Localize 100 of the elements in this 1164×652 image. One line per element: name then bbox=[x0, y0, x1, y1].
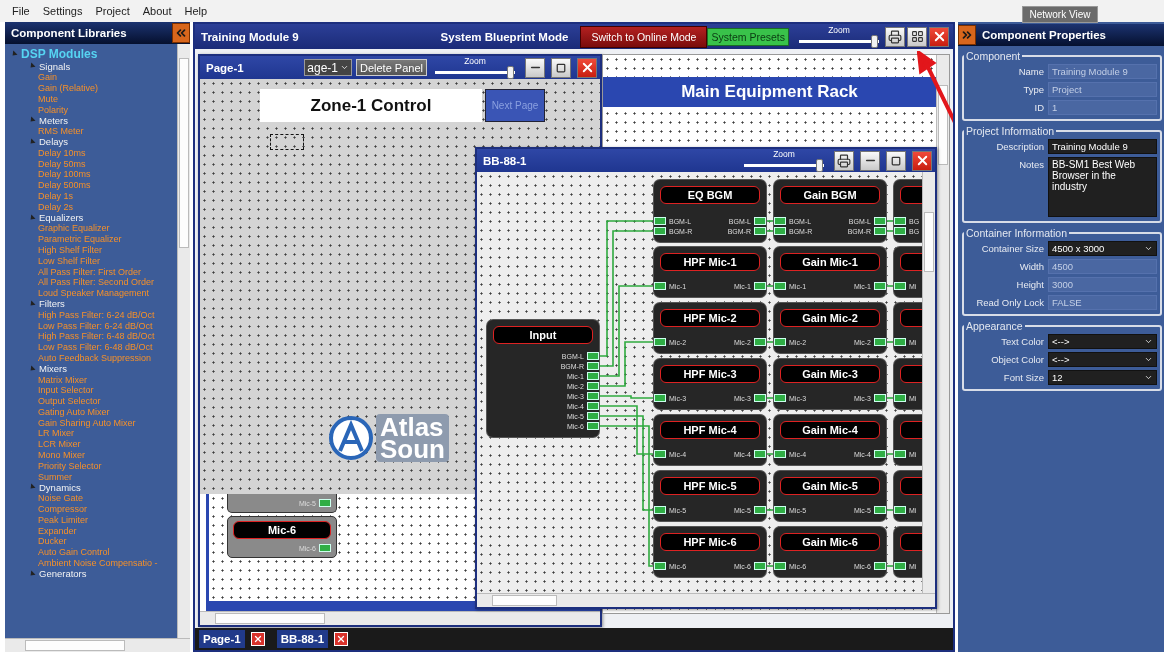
network-view-button[interactable]: Network View bbox=[1022, 6, 1098, 23]
expand-arrow-icon[interactable] bbox=[28, 365, 36, 373]
horizontal-scrollbar[interactable] bbox=[5, 638, 190, 652]
input-port[interactable] bbox=[894, 450, 906, 458]
input-port[interactable] bbox=[894, 227, 906, 235]
expand-button[interactable] bbox=[958, 25, 976, 45]
tree-item[interactable]: High Shelf Filter bbox=[38, 244, 103, 255]
tree-item[interactable]: Gain Sharing Auto Mixer bbox=[38, 417, 136, 428]
tree-item[interactable]: Delay 2s bbox=[38, 201, 73, 212]
tree-item[interactable]: Auto Gain Control bbox=[38, 547, 110, 558]
zoom-slider-thumb[interactable] bbox=[871, 34, 878, 48]
output-port[interactable] bbox=[754, 562, 766, 570]
next-page-button[interactable]: Next Page bbox=[485, 89, 545, 122]
tab-close-button[interactable] bbox=[334, 632, 349, 646]
tree-category[interactable]: Filters bbox=[39, 298, 65, 310]
tree-item[interactable]: Matrix Mixer bbox=[38, 374, 87, 385]
tree-item[interactable]: Delay 100ms bbox=[38, 169, 91, 180]
input-port[interactable] bbox=[894, 217, 906, 225]
output-port[interactable] bbox=[587, 422, 599, 430]
menu-item[interactable]: Project bbox=[95, 5, 130, 17]
tree-category[interactable]: Delays bbox=[39, 136, 69, 148]
input-port[interactable] bbox=[654, 227, 666, 235]
output-port[interactable] bbox=[754, 282, 766, 290]
expand-arrow-icon[interactable] bbox=[28, 300, 36, 308]
tree-item[interactable]: Gain bbox=[38, 72, 57, 83]
tree-item[interactable]: Delay 10ms bbox=[38, 147, 86, 158]
input-port[interactable] bbox=[894, 338, 906, 346]
tree-item[interactable]: Mute bbox=[38, 93, 58, 104]
dropdown-field[interactable]: 12 bbox=[1048, 370, 1157, 385]
output-port[interactable] bbox=[319, 544, 331, 552]
maximize-button[interactable] bbox=[551, 57, 571, 78]
output-port[interactable] bbox=[754, 506, 766, 514]
input-port[interactable] bbox=[894, 562, 906, 570]
horizontal-scrollbar[interactable] bbox=[477, 593, 935, 607]
tree-item[interactable]: Gain (Relative) bbox=[38, 83, 99, 93]
output-port[interactable] bbox=[754, 338, 766, 346]
input-port[interactable] bbox=[654, 394, 666, 402]
close-button[interactable] bbox=[577, 57, 597, 78]
output-port[interactable] bbox=[874, 562, 886, 570]
input-port[interactable] bbox=[774, 227, 786, 235]
output-port[interactable] bbox=[874, 506, 886, 514]
tree-item[interactable]: High Pass Filter: 6-48 dB/Oct bbox=[38, 331, 155, 342]
input-port[interactable] bbox=[774, 562, 786, 570]
expand-arrow-icon[interactable] bbox=[28, 570, 36, 578]
menu-item[interactable]: Settings bbox=[42, 5, 83, 17]
input-port[interactable] bbox=[774, 506, 786, 514]
tree-category[interactable]: Dynamics bbox=[39, 482, 81, 493]
tree-item[interactable]: All Pass Filter: Second Order bbox=[38, 277, 155, 288]
tree-item[interactable]: Delay 1s bbox=[38, 190, 73, 201]
input-port[interactable] bbox=[774, 450, 786, 458]
tree-item[interactable]: Noise Gate bbox=[38, 493, 84, 504]
tree-item[interactable]: Polarity bbox=[38, 104, 68, 115]
tab-close-button[interactable] bbox=[250, 632, 265, 646]
tree-item[interactable]: Low Pass Filter: 6-24 dB/Oct bbox=[38, 320, 153, 331]
tree-item[interactable]: Summer bbox=[38, 471, 72, 482]
tree-item[interactable]: Peak Limiter bbox=[38, 514, 89, 525]
dropdown-field[interactable]: 4500 x 3000 bbox=[1048, 241, 1157, 256]
tree-item[interactable]: RMS Meter bbox=[38, 126, 84, 137]
input-port[interactable] bbox=[654, 217, 666, 225]
output-port[interactable] bbox=[587, 362, 599, 370]
output-port[interactable] bbox=[874, 227, 886, 235]
expand-arrow-icon[interactable] bbox=[28, 214, 36, 222]
tree-item[interactable]: All Pass Filter: First Order bbox=[38, 266, 141, 277]
tree-item[interactable]: Low Shelf Filter bbox=[38, 255, 101, 266]
presets-button[interactable]: System Presets bbox=[707, 27, 789, 46]
input-port[interactable] bbox=[654, 450, 666, 458]
output-port[interactable] bbox=[754, 227, 766, 235]
input-port[interactable] bbox=[774, 217, 786, 225]
tree-item[interactable]: Input Selector bbox=[38, 385, 94, 396]
tree-item[interactable]: Ambient Noise Compensatio - bbox=[38, 558, 158, 569]
notes-field[interactable]: BB-SM1 Best Web Browser in the industry bbox=[1048, 157, 1157, 217]
zoom-slider-thumb[interactable] bbox=[816, 158, 823, 172]
tree-category[interactable]: Meters bbox=[39, 114, 69, 126]
expand-arrow-icon[interactable] bbox=[28, 483, 36, 491]
tree-item[interactable]: Delay 50ms bbox=[38, 158, 86, 169]
tree-item[interactable]: Graphic Equalizer bbox=[38, 223, 110, 234]
tree-item[interactable]: Low Pass Filter: 6-48 dB/Oct bbox=[38, 342, 153, 353]
input-port[interactable] bbox=[774, 338, 786, 346]
tree-category[interactable]: Equalizers bbox=[39, 212, 84, 224]
output-port[interactable] bbox=[587, 392, 599, 400]
output-port[interactable] bbox=[874, 282, 886, 290]
delete-panel-button[interactable]: Delete Panel bbox=[356, 59, 427, 76]
tree-item[interactable]: Loud Speaker Management bbox=[38, 288, 150, 299]
output-port[interactable] bbox=[874, 394, 886, 402]
menu-item[interactable]: Help bbox=[184, 5, 208, 17]
tree-item[interactable]: Output Selector bbox=[38, 396, 101, 407]
expand-arrow-icon[interactable] bbox=[28, 138, 36, 146]
expand-arrow-icon[interactable] bbox=[10, 50, 18, 58]
input-port[interactable] bbox=[774, 282, 786, 290]
online-mode-button[interactable]: Switch to Online Mode bbox=[580, 25, 708, 48]
input-port[interactable] bbox=[654, 282, 666, 290]
zoom-slider-thumb[interactable] bbox=[507, 65, 514, 79]
tree-item[interactable]: Gating Auto Mixer bbox=[38, 406, 110, 417]
tree-category[interactable]: Signals bbox=[39, 60, 71, 72]
expand-arrow-icon[interactable] bbox=[28, 116, 36, 124]
tree-item[interactable]: Auto Feedback Suppression bbox=[38, 352, 152, 363]
vertical-scrollbar[interactable] bbox=[177, 44, 190, 638]
print-button[interactable] bbox=[834, 150, 854, 171]
tree-item[interactable]: LR Mixer bbox=[38, 428, 74, 439]
document-tab[interactable]: BB-88-1 bbox=[276, 630, 329, 648]
